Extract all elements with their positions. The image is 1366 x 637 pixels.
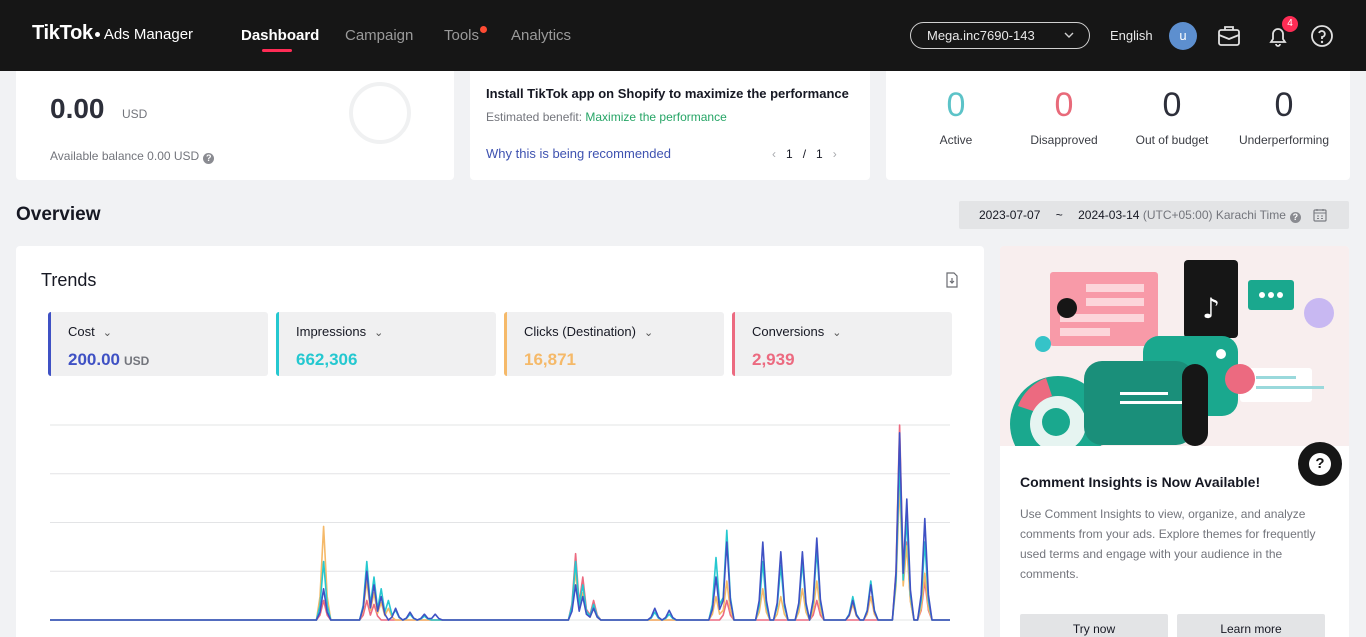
balance-card: 0.00 USD Available balance 0.00 USD?: [16, 71, 454, 180]
trends-line-chart: [50, 424, 950, 621]
chevron-down-icon: ⌄: [643, 327, 654, 339]
metric-impressions-label-row: Impressions ⌄: [296, 324, 383, 339]
promo-card: ♪ Comment Insights is Now Available! Use…: [1000, 246, 1349, 637]
help-question-icon: ?: [1309, 453, 1331, 475]
overview-title: Overview: [16, 204, 101, 225]
promo-description: Use Comment Insights to view, organize, …: [1020, 507, 1316, 581]
metric-impressions-label: Impressions: [296, 324, 367, 339]
metric-cost-label-row: Cost ⌄: [68, 324, 112, 339]
metric-cost[interactable]: Cost ⌄ 200.00 USD: [48, 312, 268, 376]
stat-active[interactable]: 0 Active: [926, 85, 986, 147]
notification-badge: 4: [1282, 16, 1298, 32]
metric-cost-bar: [48, 312, 51, 376]
metric-conversions-bar: [732, 312, 735, 376]
date-separator: ~: [1055, 208, 1063, 222]
metric-clicks-value: 16,871: [524, 350, 576, 369]
promo-title: Comment Insights is Now Available!: [1020, 474, 1261, 490]
language-switch[interactable]: English: [1110, 28, 1153, 43]
info-icon[interactable]: ?: [203, 153, 215, 164]
chart-series-line-2: [50, 482, 950, 621]
metric-clicks-label-row: Clicks (Destination) ⌄: [524, 324, 653, 339]
recommendation-title: Install TikTok app on Shopify to maximiz…: [486, 86, 849, 101]
metric-conversions-label: Conversions: [752, 324, 825, 339]
pager-separator: /: [802, 147, 807, 161]
pager-total: 1: [816, 147, 823, 161]
metric-cost-value-row: 200.00 USD: [68, 350, 149, 370]
account-name: Mega.inc7690-143: [927, 28, 1035, 43]
date-range-picker[interactable]: 2023-07-07 ~ 2024-03-14 (UTC+05:00) Kara…: [959, 201, 1349, 229]
comment-insights-illustration: ♪: [1000, 246, 1349, 446]
available-balance-text: Available balance 0.00 USD: [50, 149, 200, 163]
stat-underperforming-label: Underperforming: [1238, 133, 1330, 147]
metric-conversions[interactable]: Conversions ⌄ 2,939: [732, 312, 952, 376]
stat-disapproved-value: 0: [1054, 86, 1074, 124]
metric-clicks-label: Clicks (Destination): [524, 324, 636, 339]
learn-more-button[interactable]: Learn more: [1177, 614, 1325, 637]
stat-disapproved[interactable]: 0 Disapproved: [1024, 85, 1104, 147]
tiktok-ads-manager-logo[interactable]: TikTok Ads Manager: [32, 22, 193, 45]
help-circle-icon[interactable]: [1308, 22, 1336, 50]
benefit-value: Maximize the performance: [585, 110, 727, 124]
pager-current: 1: [786, 147, 793, 161]
business-center-icon[interactable]: [1215, 22, 1243, 50]
metric-conversions-label-row: Conversions ⌄: [752, 324, 841, 339]
stat-underperforming[interactable]: 0 Underperforming: [1236, 85, 1332, 147]
metric-clicks[interactable]: Clicks (Destination) ⌄ 16,871: [504, 312, 724, 376]
stat-disapproved-label: Disapproved: [1030, 133, 1098, 147]
balance-amount: 0.00: [50, 93, 105, 124]
trends-card: Trends Cost ⌄ 200.00 USD Impressions ⌄ 662,…: [16, 246, 984, 637]
stat-underperforming-value: 0: [1274, 86, 1294, 124]
stat-out-of-budget-value: 0: [1162, 86, 1182, 124]
chevron-left-icon[interactable]: ‹: [772, 147, 776, 161]
nav-dashboard[interactable]: Dashboard: [241, 27, 319, 44]
timezone-label: (UTC+05:00) Karachi Time: [1142, 208, 1286, 222]
logo-dot: [94, 32, 100, 37]
stat-out-of-budget[interactable]: 0 Out of budget: [1132, 85, 1212, 147]
metric-cost-value: 200.00: [68, 350, 120, 369]
metric-clicks-bar: [504, 312, 507, 376]
balance-currency: USD: [122, 107, 148, 121]
chevron-down-icon: ⌄: [102, 327, 112, 339]
nav-campaign[interactable]: Campaign: [345, 27, 413, 44]
help-floating-button[interactable]: ?: [1298, 442, 1342, 486]
metric-impressions-bar: [276, 312, 279, 376]
svg-text:♪: ♪: [1202, 292, 1220, 325]
metric-impressions-value: 662,306: [296, 350, 358, 369]
metric-cost-unit: USD: [124, 354, 150, 368]
stat-out-of-budget-label: Out of budget: [1135, 133, 1209, 147]
account-selector[interactable]: Mega.inc7690-143: [910, 22, 1090, 49]
recommendation-card: Install TikTok app on Shopify to maximiz…: [470, 71, 870, 180]
campaign-status-card: 0 Active 0 Disapproved 0 Out of budget 0…: [886, 71, 1350, 180]
why-recommended-link[interactable]: Why this is being recommended: [486, 146, 671, 161]
chevron-down-icon: ⌄: [832, 327, 842, 339]
user-avatar[interactable]: u: [1169, 22, 1197, 50]
try-now-button[interactable]: Try now: [1020, 614, 1168, 637]
chevron-down-icon: ⌄: [374, 327, 384, 339]
metric-conversions-value: 2,939: [752, 350, 795, 369]
chevron-right-icon[interactable]: ›: [833, 147, 837, 161]
top-navigation-bar: TikTok Ads Manager Dashboard Campaign To…: [0, 0, 1366, 71]
metric-cost-label: Cost: [68, 324, 95, 339]
stat-active-label: Active: [939, 133, 973, 147]
balance-ring-chart: [349, 82, 411, 144]
timezone-info-icon[interactable]: ?: [1289, 212, 1301, 223]
chevron-down-icon: [1064, 32, 1074, 38]
export-icon[interactable]: [944, 272, 960, 288]
available-balance: Available balance 0.00 USD?: [50, 149, 215, 164]
recommendation-pager: ‹ 1 / 1 ›: [772, 147, 837, 161]
recommendation-benefit: Estimated benefit: Maximize the performa…: [486, 110, 727, 124]
trends-title: Trends: [41, 270, 97, 290]
benefit-label: Estimated benefit:: [486, 110, 586, 124]
calendar-icon: [1313, 209, 1327, 222]
date-start: 2023-07-07: [979, 208, 1041, 222]
logo-product: Ads Manager: [103, 26, 194, 43]
logo-brand: TikTok: [32, 22, 93, 44]
stat-active-value: 0: [946, 86, 966, 124]
nav-analytics[interactable]: Analytics: [511, 27, 571, 44]
nav-tools[interactable]: Tools: [444, 27, 479, 44]
date-end: 2024-03-14: [1078, 208, 1140, 222]
nav-active-indicator: [262, 49, 292, 52]
tools-new-dot: [480, 26, 487, 33]
metric-impressions[interactable]: Impressions ⌄ 662,306: [276, 312, 496, 376]
